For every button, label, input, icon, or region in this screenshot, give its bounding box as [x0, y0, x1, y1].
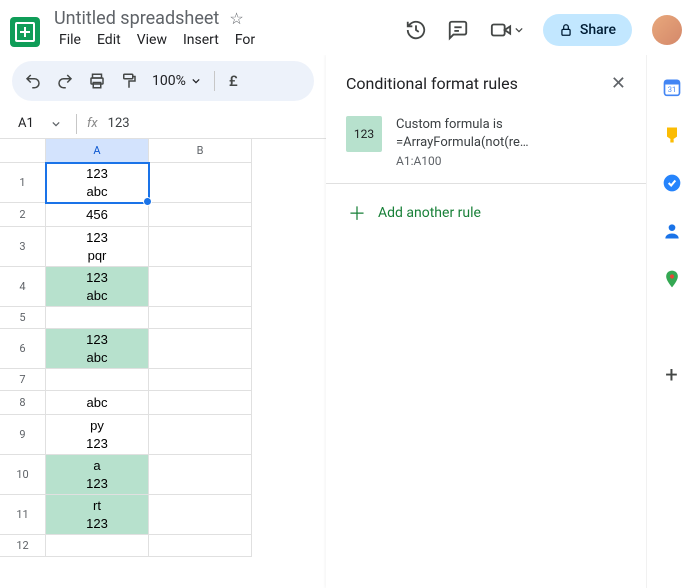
currency-button[interactable]: £ [229, 72, 238, 90]
maps-icon[interactable] [662, 269, 682, 289]
formula-bar[interactable]: 123 [108, 116, 130, 131]
rule-line2: =ArrayFormula(not(re… [396, 134, 529, 152]
lock-icon [559, 23, 573, 37]
close-icon[interactable]: ✕ [611, 73, 626, 94]
cell[interactable] [149, 535, 252, 557]
cell[interactable]: a 123 [46, 455, 149, 495]
row-header[interactable]: 6 [0, 329, 46, 369]
cell[interactable]: abc [46, 391, 149, 415]
avatar[interactable] [652, 15, 682, 45]
row-header[interactable]: 12 [0, 535, 46, 557]
toolbar: 100% £ [12, 61, 314, 101]
row-header[interactable]: 5 [0, 307, 46, 329]
undo-icon[interactable] [24, 72, 42, 90]
fx-icon: fx [87, 116, 98, 131]
name-box[interactable]: A1 [12, 113, 66, 134]
share-label: Share [580, 22, 616, 38]
doc-title[interactable]: Untitled spreadsheet [54, 8, 219, 29]
keep-icon[interactable] [662, 125, 682, 145]
row-header[interactable]: 3 [0, 227, 46, 267]
grid[interactable]: 123456789101112 A B 123 abc456123 pqr123… [0, 139, 326, 557]
tasks-icon[interactable] [662, 173, 682, 193]
cell[interactable]: 456 [46, 203, 149, 227]
plus-icon: ＋ [348, 200, 366, 226]
zoom-select[interactable]: 100% [152, 73, 200, 89]
cell[interactable] [46, 535, 149, 557]
contacts-icon[interactable] [662, 221, 682, 241]
menu-format[interactable]: For [228, 29, 262, 51]
history-icon[interactable] [405, 19, 427, 41]
rule-preview: 123 [346, 116, 382, 152]
add-rule-button[interactable]: ＋ Add another rule [326, 183, 646, 242]
addons-plus-icon[interactable]: + [665, 363, 677, 388]
cell[interactable] [149, 495, 252, 535]
cell[interactable] [149, 267, 252, 307]
cell[interactable] [149, 415, 252, 455]
star-icon[interactable]: ☆ [229, 9, 243, 28]
col-header-b[interactable]: B [149, 139, 252, 163]
row-header[interactable]: 1 [0, 163, 46, 203]
print-icon[interactable] [88, 72, 106, 90]
row-header[interactable]: 10 [0, 455, 46, 495]
cell[interactable] [149, 455, 252, 495]
comment-icon[interactable] [447, 19, 469, 41]
paint-format-icon[interactable] [120, 72, 138, 90]
cell[interactable]: 123 pqr [46, 227, 149, 267]
cell[interactable]: 123 abc [46, 267, 149, 307]
col-header-a[interactable]: A [46, 139, 149, 163]
menu-insert[interactable]: Insert [176, 29, 226, 51]
select-all-corner[interactable] [0, 139, 46, 163]
cell[interactable] [149, 369, 252, 391]
cell[interactable]: 123 abc [46, 163, 149, 203]
rule-range: A1:A100 [396, 153, 529, 169]
menu-view[interactable]: View [130, 29, 174, 51]
row-header[interactable]: 11 [0, 495, 46, 535]
calendar-icon[interactable]: 31 [662, 77, 682, 97]
redo-icon[interactable] [56, 72, 74, 90]
sheets-logo[interactable] [10, 17, 40, 47]
cell[interactable] [46, 369, 149, 391]
menu-file[interactable]: File [52, 29, 88, 51]
cell[interactable] [149, 307, 252, 329]
add-rule-label: Add another rule [378, 205, 481, 221]
cell[interactable] [149, 227, 252, 267]
row-header[interactable]: 7 [0, 369, 46, 391]
row-header[interactable]: 2 [0, 203, 46, 227]
svg-text:31: 31 [667, 85, 675, 94]
menu-edit[interactable]: Edit [90, 29, 128, 51]
rule-line1: Custom formula is [396, 116, 529, 134]
row-header[interactable]: 4 [0, 267, 46, 307]
cell[interactable]: py 123 [46, 415, 149, 455]
side-rail: 31 + [646, 55, 696, 588]
cell[interactable] [149, 203, 252, 227]
cell[interactable]: 123 abc [46, 329, 149, 369]
format-rule-item[interactable]: 123 Custom formula is =ArrayFormula(not(… [326, 108, 646, 183]
meet-icon[interactable] [489, 19, 523, 41]
row-header[interactable]: 8 [0, 391, 46, 415]
row-header[interactable]: 9 [0, 415, 46, 455]
cell[interactable]: rt 123 [46, 495, 149, 535]
menu-bar: File Edit View Insert For [48, 29, 397, 51]
cell[interactable] [149, 329, 252, 369]
share-button[interactable]: Share [543, 14, 632, 46]
conditional-format-panel: Conditional format rules ✕ 123 Custom fo… [326, 55, 646, 588]
cell[interactable] [46, 307, 149, 329]
panel-title: Conditional format rules [346, 74, 518, 93]
cell[interactable] [149, 391, 252, 415]
cell[interactable] [149, 163, 252, 203]
